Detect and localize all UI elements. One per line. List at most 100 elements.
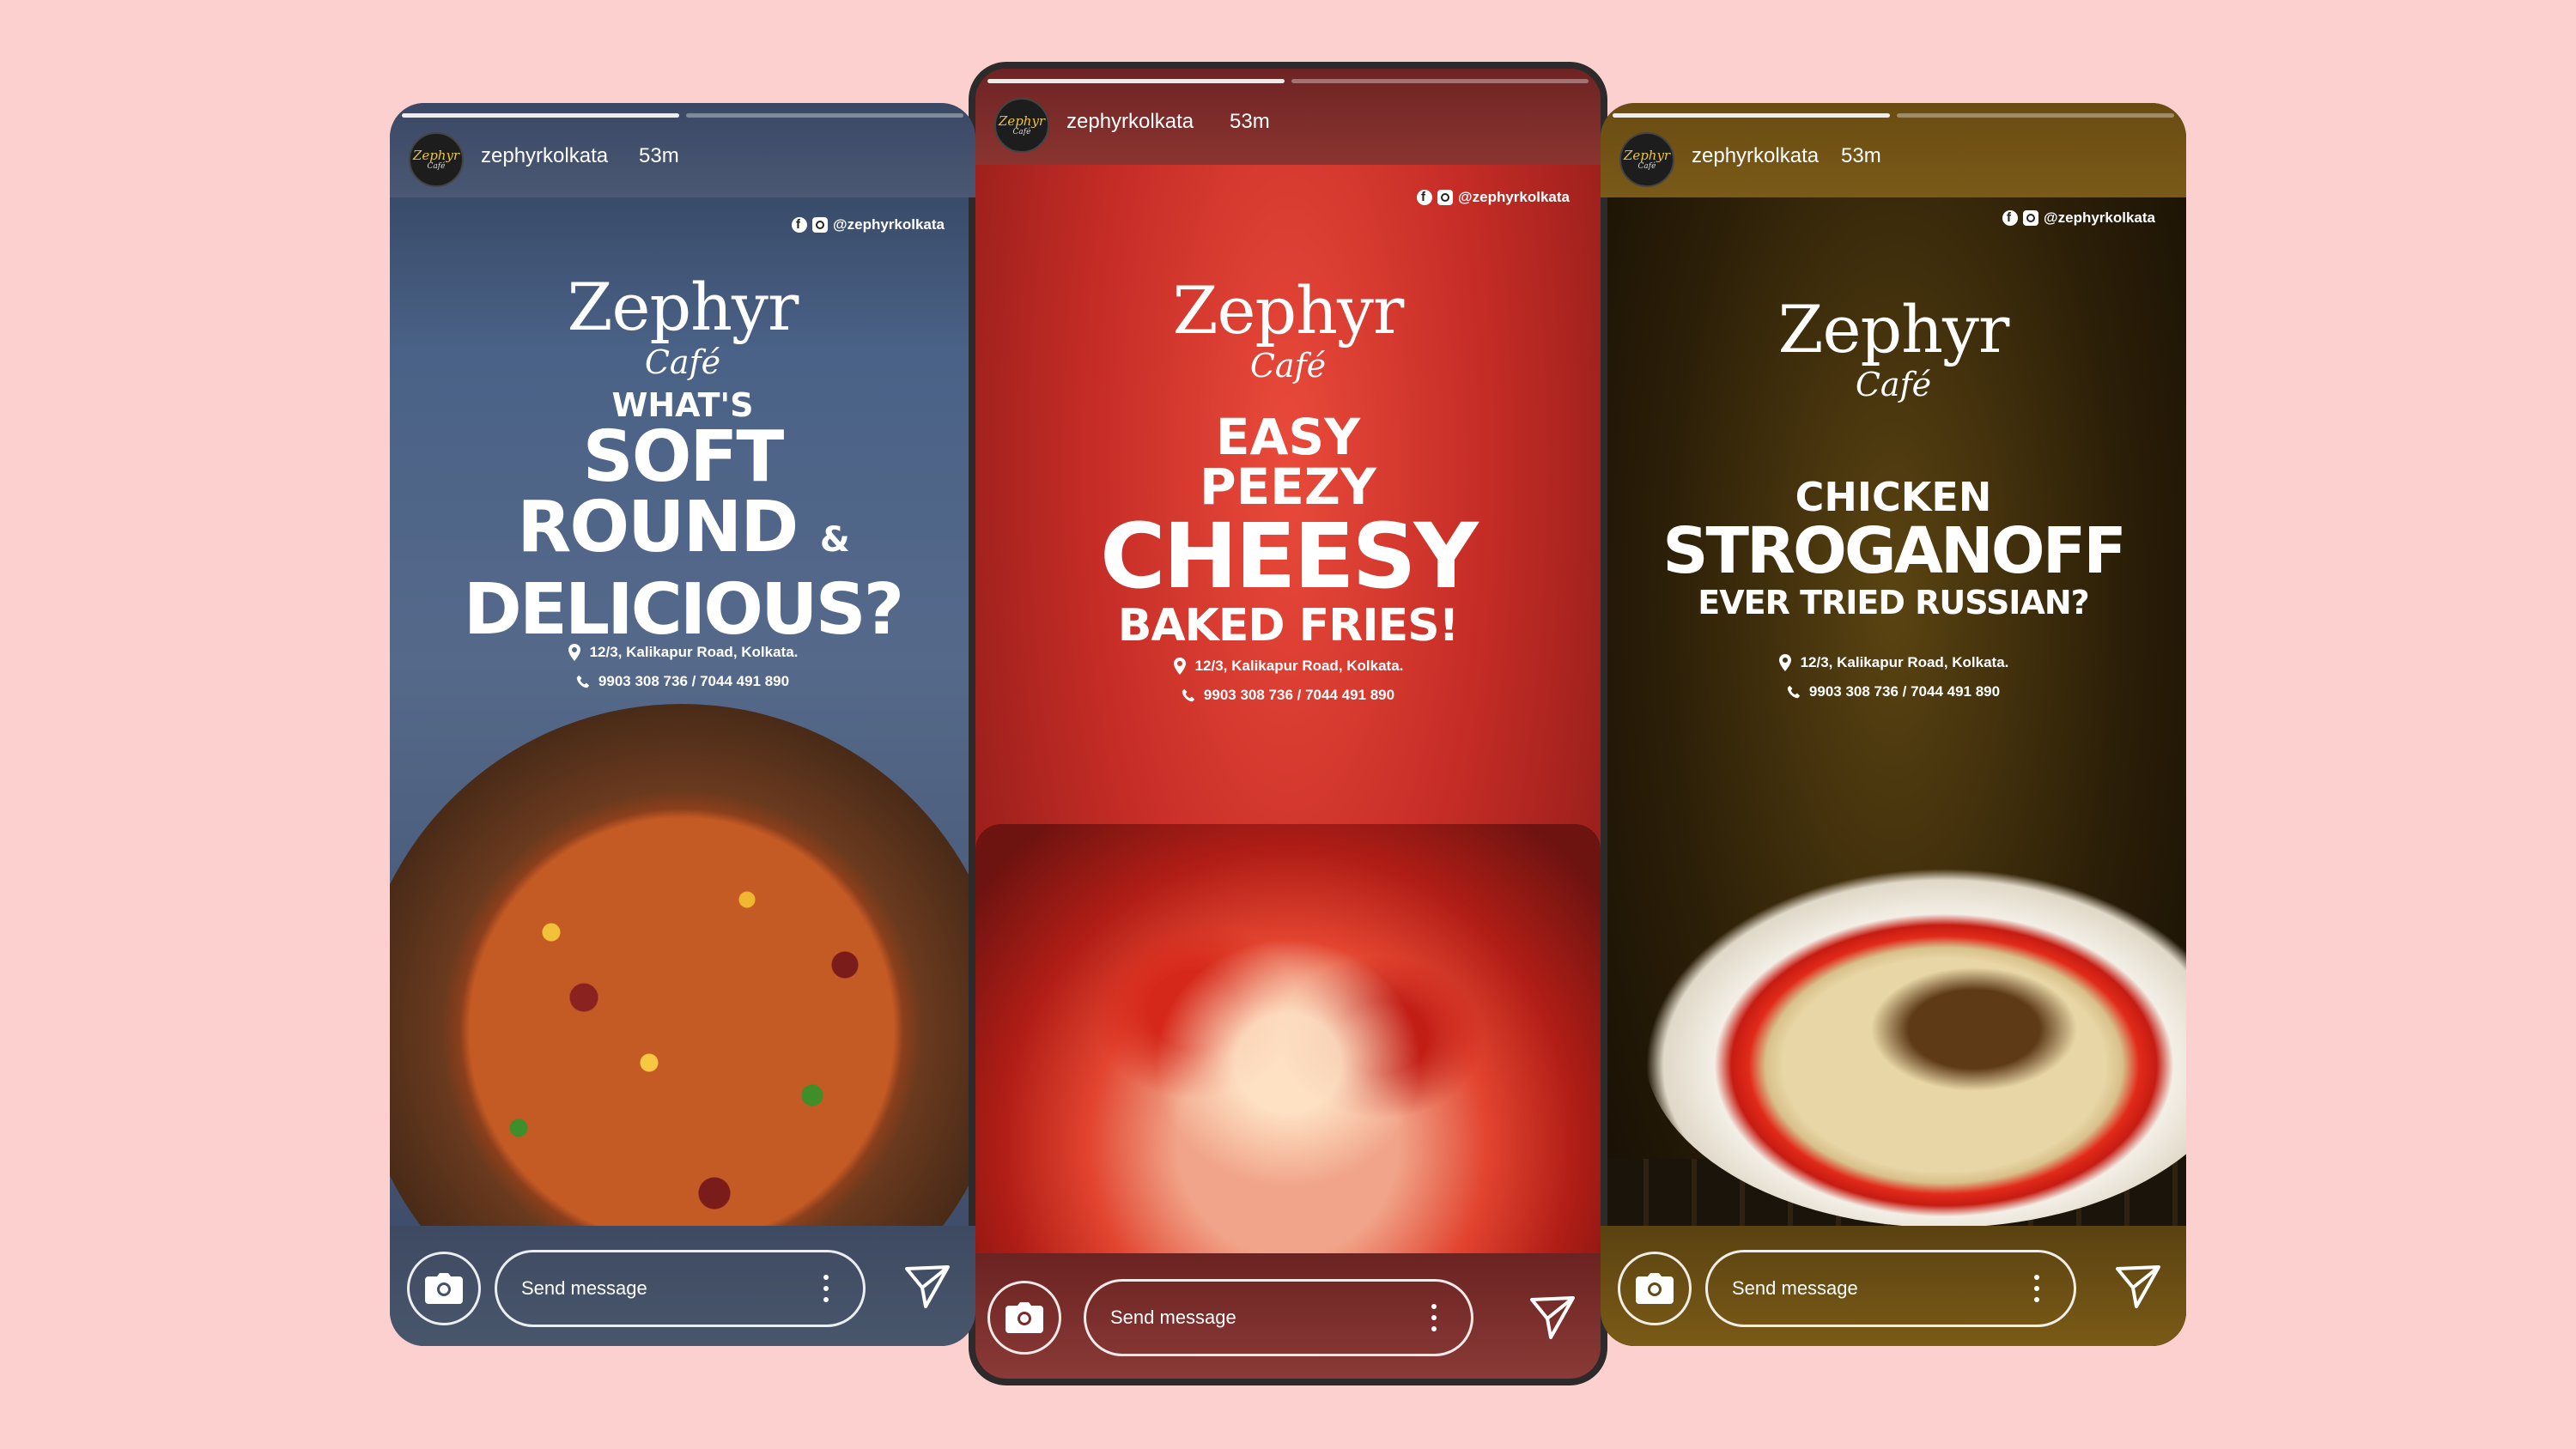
phone-icon [1182, 688, 1195, 702]
brand-name: Zephyr [567, 269, 799, 345]
progress-segment [1613, 113, 1890, 118]
headline: CHICKEN STROGANOFF EVER TRIED RUSSIAN? [1601, 476, 2186, 621]
phone-text: 9903 308 736 / 7044 491 890 [1808, 683, 2001, 700]
camera-button[interactable] [987, 1281, 1061, 1355]
camera-icon [1005, 1302, 1043, 1333]
progress-segment [1291, 79, 1589, 83]
instagram-icon [1437, 190, 1454, 205]
address-text: 12/3, Kalikapur Road, Kolkata. [589, 644, 799, 660]
avatar[interactable]: Zephyr Café [1619, 132, 1674, 187]
headline-line: CHICKEN [1795, 474, 1992, 520]
avatar-logo-text: Zephyr [998, 112, 1046, 129]
story-header: Zephyr Café zephyrkolkata 53m [975, 69, 1601, 165]
more-vertical-icon[interactable] [1431, 1304, 1437, 1337]
facebook-icon [2002, 210, 2019, 226]
headline-ampersand: & [819, 520, 850, 560]
avatar-logo-sub: Café [1012, 127, 1031, 136]
address-text: 12/3, Kalikapur Road, Kolkata. [1800, 654, 2009, 670]
progress-segment [987, 79, 1285, 83]
brand-logo: Zephyr Café [1601, 291, 2186, 403]
social-handle-text: @zephyrkolkata [1458, 189, 1570, 205]
send-message-input[interactable]: Send message [495, 1250, 866, 1327]
brand-sub: Café [1249, 347, 1327, 385]
story-footer: Send message [975, 1253, 1601, 1379]
post-time: 53m [639, 144, 679, 167]
username[interactable]: zephyrkolkata [1692, 144, 1819, 168]
location-pin-icon [1173, 658, 1186, 675]
avatar[interactable]: Zephyr Café [994, 98, 1049, 153]
story-progress [1613, 113, 2174, 118]
social-handle: @zephyrkolkata [1417, 189, 1570, 206]
headline-line: CHEESY [1100, 504, 1479, 609]
send-icon[interactable] [1527, 1291, 1578, 1343]
phone-text: 9903 308 736 / 7044 491 890 [1203, 687, 1395, 703]
phone-icon [576, 675, 590, 688]
contact-info: 12/3, Kalikapur Road, Kolkata. 9903 308 … [390, 644, 975, 702]
progress-segment [402, 113, 679, 118]
headline: EASY PEEZY CHEESY BAKED FRIES! [975, 412, 1601, 651]
story-header: Zephyr Café zephyrkolkata 53m [1601, 103, 2186, 197]
story-card-fries[interactable]: Zephyr Café zephyrkolkata 53m @zephyrkol… [969, 62, 1607, 1385]
headline: WHAT'S SOFT ROUND & DELICIOUS? [390, 388, 975, 646]
story-card-pizza[interactable]: Zephyr Café zephyrkolkata 53m @zephyrkol… [390, 103, 975, 1346]
headline-line: DELICIOUS? [463, 569, 904, 651]
headline-line: ROUND [517, 487, 799, 568]
location-pin-icon [1778, 654, 1791, 671]
more-vertical-icon[interactable] [823, 1275, 829, 1308]
location-pin-icon [568, 644, 580, 661]
message-placeholder: Send message [1732, 1277, 1858, 1299]
headline-line: EASY [1215, 408, 1361, 466]
social-handle: @zephyrkolkata [2002, 209, 2155, 227]
facebook-icon [792, 217, 808, 233]
headline-line: STROGANOFF [1662, 514, 2127, 588]
story-header: Zephyr Café zephyrkolkata 53m [390, 103, 975, 197]
brand-logo: Zephyr Café [975, 272, 1601, 385]
social-handle-text: @zephyrkolkata [833, 216, 945, 233]
camera-icon [425, 1273, 463, 1304]
brand-logo: Zephyr Café [390, 269, 975, 381]
instagram-icon [2023, 210, 2039, 226]
message-placeholder: Send message [1110, 1307, 1236, 1328]
progress-segment [1897, 113, 2174, 118]
headline-line: BAKED FRIES! [1117, 600, 1460, 652]
headline-line: SOFT [582, 416, 785, 498]
phone-icon [1787, 685, 1801, 699]
send-message-input[interactable]: Send message [1705, 1250, 2076, 1327]
brand-sub: Café [644, 343, 721, 381]
brand-name: Zephyr [1777, 291, 2010, 367]
username[interactable]: zephyrkolkata [481, 144, 608, 168]
contact-info: 12/3, Kalikapur Road, Kolkata. 9903 308 … [975, 658, 1601, 716]
message-placeholder: Send message [521, 1277, 647, 1299]
send-icon[interactable] [2112, 1260, 2164, 1312]
camera-icon [1636, 1273, 1674, 1304]
address-text: 12/3, Kalikapur Road, Kolkata. [1194, 658, 1404, 674]
send-icon[interactable] [902, 1260, 953, 1312]
progress-segment [686, 113, 963, 118]
story-footer: Send message [390, 1226, 975, 1346]
brand-name: Zephyr [1172, 272, 1405, 349]
story-progress [402, 113, 963, 118]
social-handle: @zephyrkolkata [792, 216, 945, 233]
avatar-logo-sub: Café [1637, 161, 1656, 171]
facebook-icon [1417, 190, 1433, 205]
story-card-stroganoff[interactable]: Zephyr Café zephyrkolkata 53m @zephyrkol… [1601, 103, 2186, 1346]
avatar[interactable]: Zephyr Café [409, 132, 464, 187]
phone-text: 9903 308 736 / 7044 491 890 [598, 673, 790, 689]
avatar-logo-sub: Café [427, 161, 446, 171]
post-time: 53m [1230, 110, 1270, 133]
contact-info: 12/3, Kalikapur Road, Kolkata. 9903 308 … [1601, 654, 2186, 712]
post-time: 53m [1841, 144, 1881, 167]
camera-button[interactable] [1618, 1252, 1692, 1325]
brand-sub: Café [1855, 366, 1932, 403]
username[interactable]: zephyrkolkata [1066, 110, 1194, 134]
avatar-logo-text: Zephyr [412, 147, 460, 163]
avatar-logo-text: Zephyr [1623, 147, 1671, 163]
story-progress [987, 79, 1589, 83]
camera-button[interactable] [407, 1252, 481, 1325]
more-vertical-icon[interactable] [2034, 1275, 2039, 1308]
instagram-icon [812, 217, 829, 233]
story-footer: Send message [1601, 1226, 2186, 1346]
send-message-input[interactable]: Send message [1084, 1279, 1473, 1356]
headline-line: EVER TRIED RUSSIAN? [1698, 584, 2089, 621]
social-handle-text: @zephyrkolkata [2044, 209, 2155, 226]
